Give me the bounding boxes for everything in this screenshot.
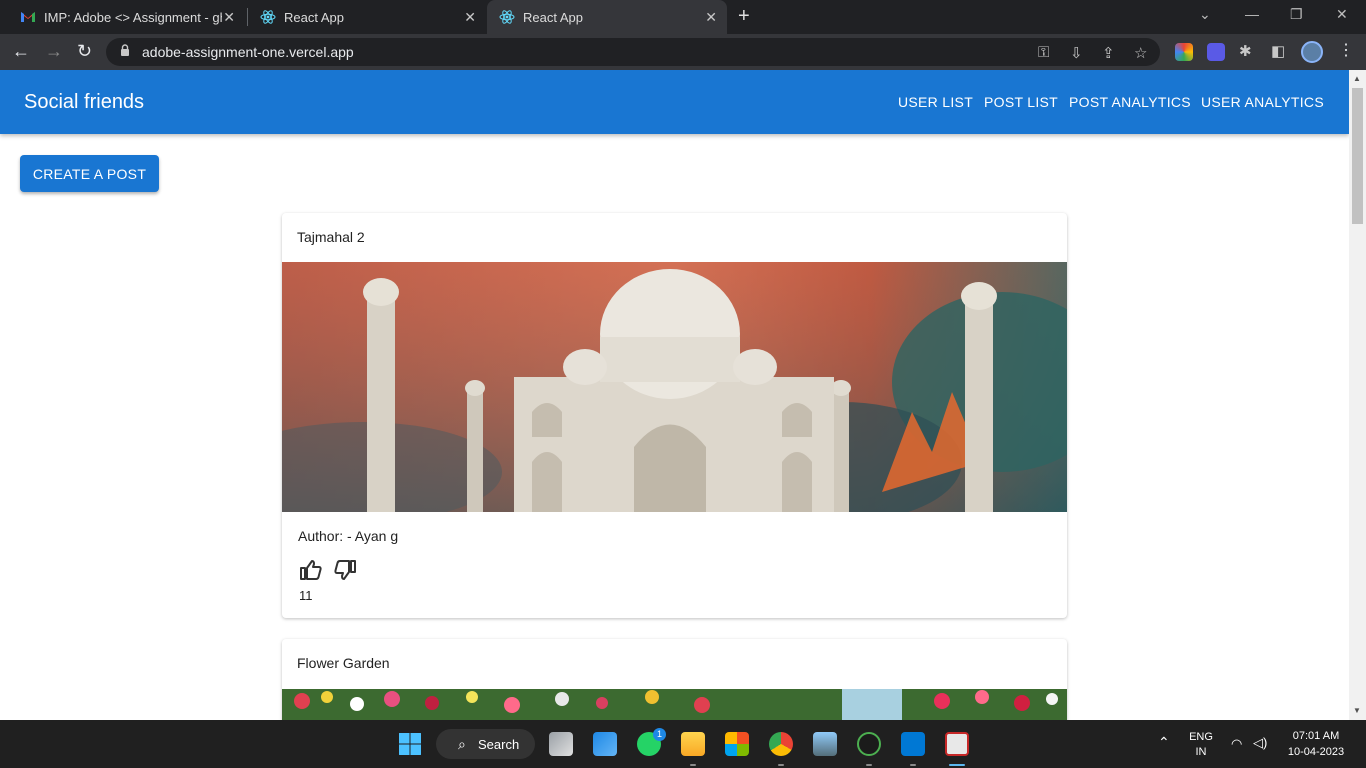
clock-time[interactable]: 07:01 AM	[1282, 730, 1350, 742]
tray-chevron-icon[interactable]: ⌃	[1158, 734, 1170, 751]
react-icon	[260, 10, 276, 24]
tab-react-app[interactable]: React App ✕	[248, 0, 486, 34]
app-bar: Social friends USER LIST POST LIST POST …	[0, 70, 1349, 134]
nav-user-analytics[interactable]: USER ANALYTICS	[1201, 94, 1324, 110]
minimize-icon[interactable]: —	[1245, 6, 1259, 22]
reload-icon[interactable]: ↻	[77, 41, 92, 62]
tab-title: React App	[284, 9, 344, 25]
search-label: Search	[478, 737, 520, 752]
browser-tab-strip: IMP: Adobe <> Assignment - gh ✕ React Ap…	[0, 0, 1366, 34]
search-icon: ⌕	[458, 736, 466, 752]
back-icon[interactable]: ←	[12, 41, 30, 62]
side-panel-icon[interactable]: ◧	[1271, 42, 1285, 60]
wifi-icon[interactable]: ◠	[1231, 736, 1242, 752]
running-indicator	[690, 764, 696, 766]
share-icon[interactable]: ⇪	[1102, 44, 1115, 62]
scroll-up-icon[interactable]: ▲	[1353, 74, 1361, 83]
page-viewport: Social friends USER LIST POST LIST POST …	[0, 70, 1349, 720]
window-close-icon[interactable]: ✕	[1336, 6, 1348, 23]
windows-taskbar: ⌕ Search 1 ⌃ ENG IN ◠ ◁) 07:01 AM 10-04-…	[0, 720, 1366, 768]
post-title: Flower Garden	[297, 655, 390, 671]
nav-user-list[interactable]: USER LIST	[898, 94, 973, 110]
thumb-down-icon[interactable]	[332, 558, 358, 582]
tab-title: React App	[523, 9, 583, 25]
widgets-icon[interactable]	[593, 732, 617, 756]
post-title: Tajmahal 2	[297, 229, 365, 245]
language-code[interactable]: ENG	[1187, 731, 1215, 743]
flower-garden-photo	[282, 689, 1067, 720]
running-indicator	[778, 764, 784, 766]
nav-post-list[interactable]: POST LIST	[984, 94, 1058, 110]
close-icon[interactable]: ✕	[464, 9, 476, 26]
browser-toolbar: ← → ↻ adobe-assignment-one.vercel.app ⚿ …	[0, 34, 1366, 70]
post-card: Tajmahal 2 Author: - Ayan g 11	[282, 213, 1067, 618]
menu-dots-icon[interactable]: ⋮	[1338, 40, 1354, 60]
chrome-icon[interactable]	[769, 732, 793, 756]
region-code[interactable]: IN	[1187, 746, 1215, 758]
react-icon	[499, 10, 515, 24]
running-indicator	[910, 764, 916, 766]
nav-post-analytics[interactable]: POST ANALYTICS	[1069, 94, 1191, 110]
profile-avatar[interactable]	[1301, 41, 1323, 63]
page-scrollbar[interactable]: ▲ ▼	[1349, 70, 1366, 720]
task-view-icon[interactable]	[549, 732, 573, 756]
post-card: Flower Garden	[282, 639, 1067, 720]
file-explorer-icon[interactable]	[681, 732, 705, 756]
password-key-icon[interactable]: ⚿	[1038, 44, 1049, 61]
address-bar[interactable]: adobe-assignment-one.vercel.app ⚿ ⇩ ⇪ ☆	[106, 38, 1160, 66]
like-count: 11	[299, 588, 313, 603]
tab-gmail[interactable]: IMP: Adobe <> Assignment - gh ✕	[8, 0, 245, 34]
taj-mahal-photo	[282, 262, 1067, 512]
lock-icon	[121, 44, 129, 56]
extension-icon[interactable]	[1207, 43, 1225, 61]
close-icon[interactable]: ✕	[223, 9, 235, 26]
new-tab-icon[interactable]: +	[738, 5, 750, 28]
volume-icon[interactable]: ◁)	[1253, 735, 1267, 751]
tab-react-app-active[interactable]: React App ✕	[487, 0, 727, 34]
snipping-tool-icon[interactable]	[945, 732, 969, 756]
notification-badge: 1	[653, 728, 666, 741]
clock-date[interactable]: 10-04-2023	[1282, 746, 1350, 758]
tab-title: IMP: Adobe <> Assignment - gh	[44, 9, 222, 25]
brand-title[interactable]: Social friends	[24, 91, 144, 114]
mongodb-compass-icon[interactable]	[857, 732, 881, 756]
microsoft-store-icon[interactable]	[725, 732, 749, 756]
scroll-down-icon[interactable]: ▼	[1353, 706, 1361, 715]
create-post-button[interactable]: CREATE A POST	[20, 155, 159, 192]
windows-start-icon[interactable]	[398, 732, 422, 756]
bookmark-star-icon[interactable]: ☆	[1134, 44, 1147, 62]
close-icon[interactable]: ✕	[705, 9, 717, 26]
url-text: adobe-assignment-one.vercel.app	[142, 44, 354, 60]
running-indicator	[866, 764, 872, 766]
vscode-icon[interactable]	[901, 732, 925, 756]
tab-search-chevron-icon[interactable]: ⌄	[1199, 6, 1211, 23]
scroll-thumb[interactable]	[1352, 88, 1363, 224]
color-extension-icon[interactable]	[1175, 43, 1193, 61]
restore-icon[interactable]: ❐	[1290, 6, 1303, 23]
install-app-icon[interactable]: ⇩	[1070, 44, 1083, 62]
active-indicator	[949, 764, 965, 766]
thumb-up-icon[interactable]	[298, 558, 324, 582]
post-author: Author: - Ayan g	[298, 528, 399, 544]
forward-icon[interactable]: →	[45, 41, 63, 62]
puzzle-extensions-icon[interactable]: ✱	[1239, 42, 1252, 60]
gmail-icon	[21, 12, 35, 22]
taskbar-search[interactable]: ⌕ Search	[436, 729, 535, 759]
photos-icon[interactable]	[813, 732, 837, 756]
